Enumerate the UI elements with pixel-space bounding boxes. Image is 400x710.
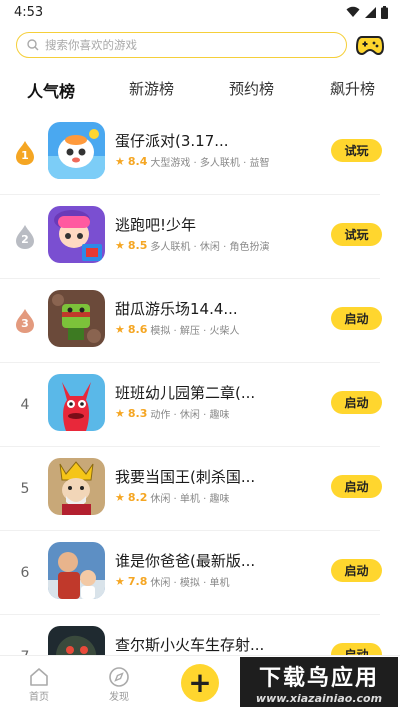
- compass-icon: [109, 667, 129, 687]
- game-meta: ★ 7.8 休闲 · 模拟 · 单机: [115, 574, 229, 589]
- rank-medal-silver: 2: [14, 224, 36, 250]
- star-icon: ★: [115, 239, 125, 252]
- game-tags: 动作 · 休闲 · 趣味: [150, 410, 230, 421]
- search-input[interactable]: 搜索你喜欢的游戏: [16, 32, 347, 58]
- rank: 4: [14, 392, 36, 418]
- nav-home-label: 首页: [29, 692, 49, 703]
- game-rating: 8.6: [127, 323, 148, 336]
- game-meta: ★ 8.3 动作 · 休闲 · 趣味: [115, 406, 229, 421]
- game-tags: 模拟 · 解压 · 火柴人: [150, 326, 240, 337]
- ranking-tabs: 人气榜 新游榜 预约榜 飙升榜: [0, 74, 400, 108]
- try-button[interactable]: 试玩: [331, 139, 382, 162]
- app-icon-i-want-to-be-king[interactable]: [48, 458, 105, 515]
- game-tags: 多人联机 · 休闲 · 角色扮演: [150, 242, 270, 253]
- game-rating: 8.5: [127, 239, 148, 252]
- tab-new-games[interactable]: 新游榜: [129, 78, 174, 99]
- signal-icon: [365, 6, 376, 18]
- search-row: 搜索你喜欢的游戏: [16, 31, 386, 59]
- watermark-logo: 下载鸟应用 www.xiazainiao.com: [240, 657, 398, 707]
- app-icon-whos-your-daddy[interactable]: [48, 542, 105, 599]
- rank-number: 3: [21, 317, 29, 330]
- search-icon: [27, 39, 39, 51]
- star-icon: ★: [115, 407, 125, 420]
- rank-number: 1: [21, 149, 29, 162]
- launch-button[interactable]: 启动: [331, 559, 382, 582]
- add-button[interactable]: +: [181, 664, 219, 702]
- plus-icon: +: [188, 666, 212, 699]
- app-icon-eggy-party[interactable]: [48, 122, 105, 179]
- game-title: 甜瓜游乐场14.4...: [115, 300, 238, 318]
- game-title: 我要当国王(刺杀国...: [115, 468, 256, 486]
- launch-button[interactable]: 启动: [331, 475, 382, 498]
- home-icon: [30, 668, 48, 686]
- try-button[interactable]: 试玩: [331, 223, 382, 246]
- app-icon-escape-boy[interactable]: [48, 206, 105, 263]
- rank-medal-bronze: 3: [14, 308, 36, 334]
- game-tags: 休闲 · 模拟 · 单机: [150, 578, 230, 589]
- game-rating: 7.8: [127, 575, 148, 588]
- rank: 5: [14, 476, 36, 502]
- tab-label: 飙升榜: [330, 80, 376, 98]
- launch-button[interactable]: 启动: [331, 391, 382, 414]
- game-row[interactable]: 5 我要当国王(刺杀国... ★ 8.2 休闲 · 单机 · 趣味 启动: [0, 446, 400, 531]
- game-meta: ★ 8.2 休闲 · 单机 · 趣味: [115, 490, 229, 505]
- rank: 6: [14, 560, 36, 586]
- game-row[interactable]: 1 蛋仔派对(3.17... ★ 8.4 大型游戏 · 多人联机 · 益智 试玩: [0, 110, 400, 195]
- launch-button[interactable]: 启动: [331, 307, 382, 330]
- star-icon: ★: [115, 323, 125, 336]
- app-icon-garten-of-banban[interactable]: [48, 374, 105, 431]
- tab-label: 预约榜: [229, 80, 275, 98]
- game-row[interactable]: 4 班班幼儿园第二章(... ★ 8.3 动作 · 休闲 · 趣味 启动: [0, 362, 400, 447]
- game-row[interactable]: 3 甜瓜游乐场14.4... ★ 8.6 模拟 · 解压 · 火柴人 启动: [0, 278, 400, 363]
- nav-discover[interactable]: 发现: [99, 666, 139, 703]
- wifi-icon: [346, 6, 360, 17]
- game-rating: 8.2: [127, 491, 148, 504]
- game-rating: 8.3: [127, 407, 148, 420]
- battery-icon: [381, 5, 388, 19]
- nav-home[interactable]: 首页: [19, 666, 59, 703]
- rank-number: 5: [20, 481, 30, 497]
- game-title: 查尔斯小火车生存射...: [115, 636, 265, 654]
- gamepad-icon[interactable]: [355, 32, 385, 58]
- tab-label: 新游榜: [129, 80, 175, 98]
- app-icon-melon-playground[interactable]: [48, 290, 105, 347]
- rank-number: 6: [20, 565, 30, 581]
- status-bar: 4:53: [0, 0, 400, 24]
- star-icon: ★: [115, 491, 125, 504]
- tab-popular[interactable]: 人气榜: [27, 78, 76, 108]
- rank-number: 2: [21, 233, 29, 246]
- game-tags: 休闲 · 单机 · 趣味: [150, 494, 230, 505]
- game-title: 逃跑吧!少年: [115, 216, 197, 234]
- game-tags: 大型游戏 · 多人联机 · 益智: [150, 158, 270, 169]
- tab-label: 人气榜: [27, 82, 76, 101]
- nav-discover-label: 发现: [109, 692, 129, 703]
- rank-number: 4: [20, 397, 30, 413]
- status-time: 4:53: [14, 4, 44, 20]
- game-row[interactable]: 2 逃跑吧!少年 ★ 8.5 多人联机 · 休闲 · 角色扮演 试玩: [0, 194, 400, 279]
- game-meta: ★ 8.5 多人联机 · 休闲 · 角色扮演: [115, 238, 269, 253]
- game-title: 班班幼儿园第二章(...: [115, 384, 256, 402]
- game-rating: 8.4: [127, 155, 148, 168]
- game-meta: ★ 8.4 大型游戏 · 多人联机 · 益智: [115, 154, 269, 169]
- game-title: 蛋仔派对(3.17...: [115, 132, 229, 150]
- search-placeholder: 搜索你喜欢的游戏: [45, 38, 137, 52]
- status-icons: [346, 5, 388, 19]
- game-row[interactable]: 6 谁是你爸爸(最新版... ★ 7.8 休闲 · 模拟 · 单机 启动: [0, 530, 400, 615]
- star-icon: ★: [115, 575, 125, 588]
- tab-active-indicator: [27, 102, 76, 108]
- game-meta: ★ 8.6 模拟 · 解压 · 火柴人: [115, 322, 239, 337]
- watermark-url: www.xiazainiao.com: [255, 691, 383, 705]
- star-icon: ★: [115, 155, 125, 168]
- rank-medal-gold: 1: [14, 140, 36, 166]
- tab-rising[interactable]: 飙升榜: [330, 78, 375, 99]
- tab-reservation[interactable]: 预约榜: [229, 78, 274, 99]
- watermark-title: 下载鸟应用: [258, 665, 379, 691]
- game-title: 谁是你爸爸(最新版...: [115, 552, 256, 570]
